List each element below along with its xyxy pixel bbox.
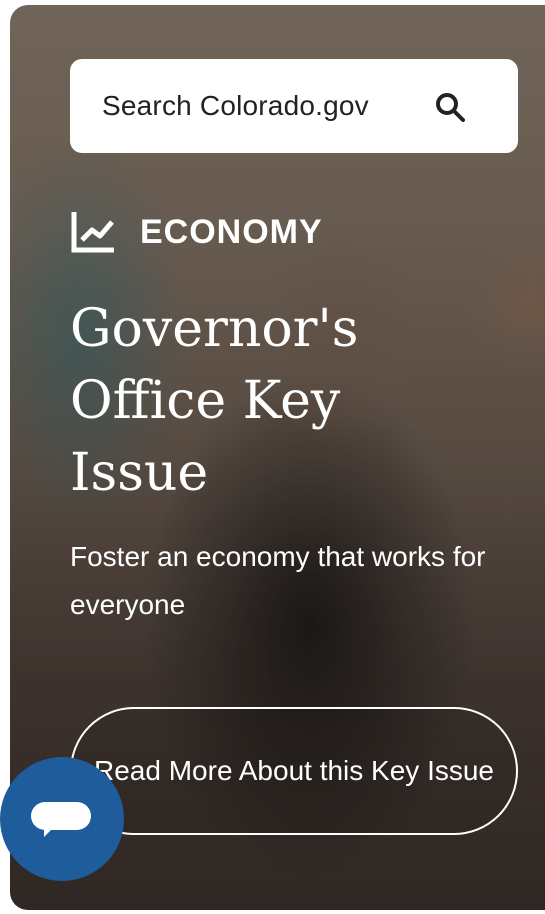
chat-bubble-icon — [31, 802, 91, 830]
read-more-label: Read More About this Key Issue — [94, 755, 494, 786]
category-label: ECONOMY — [140, 212, 323, 251]
read-more-button[interactable]: Read More About this Key Issue — [70, 707, 518, 835]
chat-bubble-tail — [44, 827, 54, 837]
description: Foster an economy that works for everyon… — [70, 541, 486, 620]
search-icon[interactable] — [434, 91, 466, 123]
chat-button[interactable] — [0, 757, 124, 881]
search-bar[interactable]: Search Colorado.gov — [70, 59, 518, 153]
line-chart-icon — [71, 212, 114, 253]
category-tag: ECONOMY — [70, 210, 323, 254]
page-title: Governor's Office Key Issue — [70, 299, 359, 503]
search-input[interactable]: Search Colorado.gov — [102, 90, 369, 122]
